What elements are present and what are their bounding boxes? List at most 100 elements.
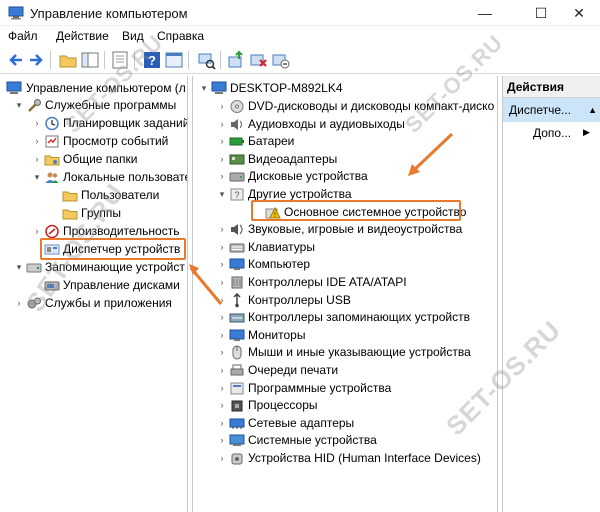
device-category-label: Сетевые адаптеры	[248, 415, 355, 430]
expand-icon[interactable]: ›	[217, 168, 227, 185]
disk-drive-icon	[229, 172, 245, 182]
network-adapter-icon	[229, 418, 245, 429]
computer-icon	[211, 81, 227, 94]
device-category-label: Системные устройства	[248, 433, 377, 448]
expand-icon[interactable]: ›	[217, 221, 227, 238]
device-category-label: Устройства HID (Human Interface Devices)	[248, 451, 481, 465]
storage-controller-icon	[229, 313, 245, 323]
display-adapter-icon	[229, 154, 245, 165]
show-hide-tree-icon[interactable]	[80, 50, 100, 70]
scan-hardware-icon[interactable]	[196, 50, 216, 70]
expand-icon[interactable]: ›	[217, 239, 227, 256]
expand-icon[interactable]: ›	[217, 362, 227, 379]
minimize-button[interactable]: —	[462, 0, 508, 26]
device-category-label: Батареи	[248, 134, 295, 149]
back-icon[interactable]	[6, 50, 26, 70]
expand-icon[interactable]: ›	[217, 380, 227, 397]
device-category-label: Дисковые устройства	[248, 169, 368, 184]
expand-icon[interactable]: ›	[217, 432, 227, 449]
title-bar: Управление компьютером — ☐ ✕	[0, 0, 600, 26]
expand-icon[interactable]: ›	[217, 415, 227, 432]
keyboard-icon	[229, 243, 245, 253]
menu-bar: Файл Действие Вид Справка	[0, 26, 600, 46]
actions-header: Действия	[503, 76, 600, 98]
processor-icon	[231, 400, 243, 412]
tools-icon	[28, 99, 41, 112]
svg-text:?: ?	[234, 190, 239, 200]
console-icon[interactable]	[164, 50, 184, 70]
device-category-label: Контроллеры USB	[248, 292, 351, 307]
menu-action[interactable]: Действие	[56, 29, 109, 43]
expand-icon[interactable]: ›	[217, 133, 227, 150]
device-category-label: Клавиатуры	[248, 239, 315, 254]
disable-device-icon[interactable]	[248, 50, 268, 70]
device-category-label: Аудиовходы и аудиовыходы	[248, 116, 405, 131]
device-category-label: Контроллеры IDE ATA/ATAPI	[248, 275, 407, 289]
expand-icon[interactable]: ›	[217, 151, 227, 168]
menu-file[interactable]: Файл	[8, 29, 38, 43]
expand-icon[interactable]: ›	[217, 309, 227, 326]
sound-icon	[231, 224, 243, 236]
highlight-arrow	[189, 264, 223, 305]
collapse-icon[interactable]: ▾	[199, 80, 209, 97]
monitor-icon	[229, 258, 245, 271]
battery-icon	[229, 137, 244, 146]
actions-selected-label: Диспетче...	[509, 103, 572, 117]
event-viewer-icon	[45, 135, 59, 148]
update-driver-icon[interactable]	[226, 50, 246, 70]
uninstall-device-icon[interactable]	[270, 50, 290, 70]
device-category-label: Компьютер	[248, 257, 311, 272]
expand-icon[interactable]: ›	[32, 151, 42, 168]
computer-management-icon	[6, 81, 22, 94]
expand-icon[interactable]: ›	[217, 327, 227, 344]
folder-icon	[62, 191, 78, 202]
expand-icon[interactable]: ›	[217, 116, 227, 133]
close-button[interactable]: ✕	[556, 0, 600, 26]
device-category-label: Процессоры	[248, 398, 318, 413]
expand-icon[interactable]: ›	[217, 98, 227, 115]
device-category-label: Очереди печати	[248, 363, 339, 377]
speaker-icon	[231, 118, 242, 130]
collapse-icon[interactable]: ▾	[32, 169, 42, 186]
up-folder-icon[interactable]	[58, 50, 78, 70]
toolbar-separator	[220, 51, 221, 69]
dvd-icon	[230, 100, 244, 113]
users-icon	[45, 172, 59, 183]
computer-management-icon	[8, 6, 24, 20]
toolbar-separator	[50, 51, 51, 69]
expand-icon[interactable]: ›	[217, 450, 227, 467]
actions-more-link[interactable]: Допо... ▶	[533, 126, 590, 140]
device-category-label: Контроллеры запоминающих устройств	[248, 310, 470, 325]
expand-icon[interactable]: ›	[217, 344, 227, 361]
expand-icon[interactable]: ›	[32, 115, 42, 132]
toolbar-separator	[188, 51, 189, 69]
software-device-icon	[230, 382, 244, 395]
window-title: Управление компьютером	[30, 6, 188, 21]
actions-device-manager[interactable]: Диспетче... ▲	[503, 98, 600, 122]
device-root-label: DESKTOP-M892LK4	[230, 81, 343, 95]
menu-help[interactable]: Справка	[157, 29, 204, 43]
printer-icon	[230, 364, 244, 376]
other-devices-icon: ?	[230, 188, 244, 201]
device-category-label: Мониторы	[248, 327, 306, 342]
shared-folder-icon	[44, 155, 60, 166]
clock-icon	[45, 116, 59, 131]
problem-device-highlight	[251, 200, 461, 221]
expand-icon[interactable]: ›	[217, 397, 227, 414]
expand-icon[interactable]: ›	[32, 133, 42, 150]
collapse-up-icon[interactable]: ▲	[588, 98, 597, 122]
mouse-icon	[232, 345, 242, 360]
device-category-label: DVD-дисководы и дисководы компакт-диско	[248, 99, 495, 113]
collapse-icon[interactable]: ▾	[217, 186, 227, 203]
toolbar-separator	[104, 51, 105, 69]
forward-icon[interactable]	[26, 50, 46, 70]
submenu-arrow-icon: ▶	[583, 127, 590, 137]
collapse-icon[interactable]: ▾	[14, 259, 24, 276]
toolbar: ?	[0, 46, 600, 74]
device-category-label: Программные устройства	[248, 380, 392, 395]
device-category-label: Звуковые, игровые и видеоустройства	[248, 222, 463, 237]
collapse-icon[interactable]: ▾	[14, 97, 24, 114]
usb-icon	[233, 292, 241, 307]
hid-icon	[231, 453, 243, 465]
device-category-label: Видеоадаптеры	[248, 151, 338, 166]
